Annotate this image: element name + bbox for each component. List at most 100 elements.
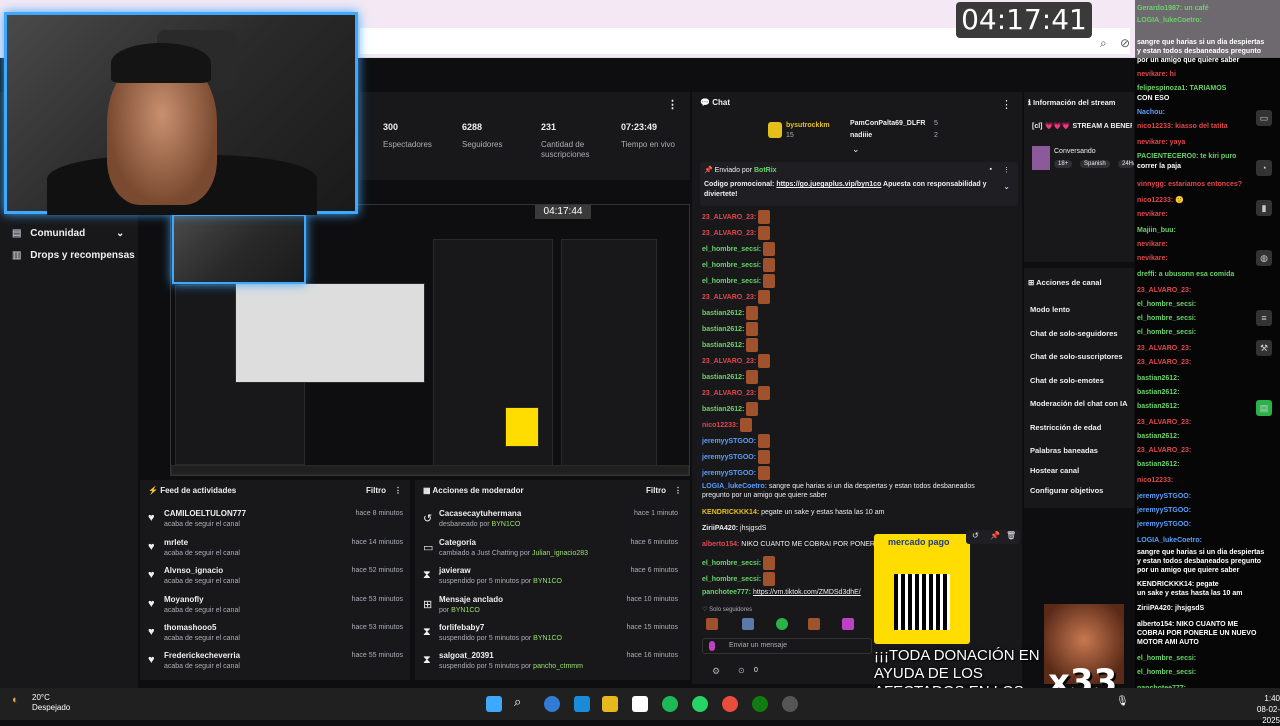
chat-user[interactable]: 23_ALVARO_23: [702, 214, 756, 221]
chat-user[interactable]: 23_ALVARO_23: [702, 390, 756, 397]
chat-user[interactable]: bastian2612: [702, 342, 744, 349]
chat-message[interactable]: 23_ALVARO_23: [702, 354, 771, 368]
gear-icon[interactable]: ⚙ [712, 666, 720, 677]
chat-icon[interactable]: ▭ [1256, 110, 1272, 126]
chat-user[interactable]: el_hombre_secsi: [702, 246, 761, 253]
emote-icon[interactable] [776, 618, 788, 630]
chat-user[interactable]: KENDRICKKK14: [702, 509, 759, 516]
action-goals[interactable]: Configurar objetivos [1030, 486, 1103, 495]
chat-user[interactable]: el_hombre_secsi: [702, 576, 761, 583]
list-icon[interactable]: ≡ [1256, 310, 1272, 326]
folder-icon[interactable] [602, 696, 618, 712]
chat-message[interactable]: nico12233: [702, 418, 753, 432]
action-emote-only[interactable]: Chat de solo-emotes [1030, 376, 1104, 385]
spotify-icon[interactable] [662, 696, 678, 712]
action-subs-only[interactable]: Chat de solo-suscriptores [1030, 352, 1123, 361]
emote-icon[interactable] [742, 618, 754, 630]
chat-user[interactable]: LOGIA_lukeCoetro: [702, 483, 767, 490]
nav-item-comunidad[interactable]: ▤ Comunidad ⌄ [12, 228, 124, 239]
edge-icon[interactable] [544, 696, 560, 712]
mod-row[interactable]: ⧗ forlifebaby7 suspendido por 5 minutos po… [423, 622, 678, 648]
nav-item-drops[interactable]: ▥ Drops y recompensas [12, 250, 135, 261]
chat-message[interactable]: 23_ALVARO_23: [702, 386, 771, 400]
feed-row[interactable]: ♥ thomashooo5 acaba de seguir el canal hace… [148, 622, 403, 648]
more-options-icon[interactable]: ⋮ [1003, 166, 1010, 174]
chat-input[interactable]: Enviar un mensaje [702, 638, 872, 654]
chat-message[interactable]: bastian2612: [702, 402, 759, 416]
taskbar-clock[interactable]: 1:40 08-02-2025 [1246, 693, 1280, 726]
more-options-icon[interactable]: ⋮ [674, 486, 682, 495]
chat-message[interactable]: 23_ALVARO_23: [702, 226, 771, 240]
more-options-icon[interactable]: ⋮ [1001, 98, 1012, 111]
mod-by[interactable]: BYN1CO [492, 521, 521, 528]
more-options-icon[interactable]: ⋮ [667, 98, 678, 111]
mod-row[interactable]: ⧗ salgoat_20391 suspendido por 5 minutos p… [423, 650, 678, 676]
feed-row[interactable]: ♥ Alvnso_ignacio acaba de seguir el canal h… [148, 565, 403, 591]
chat-message[interactable]: LOGIA_lukeCoetro: sangre que harias si u… [702, 482, 1002, 500]
store-icon[interactable] [574, 696, 590, 712]
chat-user[interactable]: 23_ALVARO_23: [702, 294, 756, 301]
tag[interactable]: 18+ [1054, 160, 1073, 168]
chat-user[interactable]: 23_ALVARO_23: [702, 230, 756, 237]
mod-row[interactable]: ↺ Cacasecaytuhermana desbaneado por BYN1CO… [423, 508, 678, 534]
chat-message[interactable]: jeremyySTGOO: [702, 466, 771, 480]
chat-message[interactable]: el_hombre_secsi: [702, 242, 776, 256]
collapse-icon[interactable]: ⌄ [852, 144, 860, 155]
chat-message[interactable]: 23_ALVARO_23: [702, 290, 771, 304]
chat-user[interactable]: el_hombre_secsi: [702, 560, 761, 567]
chrome-icon[interactable] [722, 696, 738, 712]
action-slow-mode[interactable]: Modo lento [1030, 305, 1070, 314]
mod-by[interactable]: BYN1CO [451, 607, 480, 614]
pinned-link[interactable]: https://go.juegaplus.vip/byn1co [776, 181, 881, 188]
tag[interactable]: 24HRS [1118, 160, 1134, 168]
mic-icon[interactable]: 🎙 [1116, 696, 1132, 712]
chat-message[interactable]: bastian2612: [702, 306, 759, 320]
tag[interactable]: Spanish [1080, 160, 1110, 168]
chat-message[interactable]: alberto154: NIKO CUANTO ME COBRAI POR PO… [702, 540, 875, 549]
action-followers-only[interactable]: Chat de solo-seguidores [1030, 329, 1118, 338]
mod-row[interactable]: ▭ Categoría cambiado a Just Chatting por J… [423, 537, 678, 563]
hide-icon[interactable]: ⊘ [1120, 36, 1130, 50]
chat-message[interactable]: jeremyySTGOO: [702, 434, 771, 448]
chat-user[interactable]: jeremyySTGOO: [702, 454, 756, 461]
chat-user[interactable]: jeremyySTGOO: [702, 438, 756, 445]
chat-message[interactable]: jeremyySTGOO: [702, 450, 771, 464]
reply-icon[interactable]: ↺ [972, 531, 979, 540]
wrench-icon[interactable]: ⚒ [1256, 340, 1272, 356]
chat-user[interactable]: nico12233: [702, 422, 738, 429]
chat-user[interactable]: el_hombre_secsi: [702, 262, 761, 269]
emote-icon[interactable] [706, 618, 718, 630]
mod-by[interactable]: Julian_ignacio283 [532, 550, 588, 557]
chat-message[interactable]: bastian2612: [702, 322, 759, 336]
feed-row[interactable]: ♥ mrlete acaba de seguir el canal hace 14 m… [148, 537, 403, 563]
chat-user[interactable]: bastian2612: [702, 310, 744, 317]
chat-user[interactable]: el_hombre_secsi: [702, 278, 761, 285]
chat-user[interactable]: ZiriiPA420: [702, 525, 738, 532]
action-ai-moderation[interactable]: Moderación del chat con IA [1030, 399, 1128, 408]
app-icon[interactable] [632, 696, 648, 712]
pinned-by[interactable]: BotRix [754, 167, 777, 174]
unpin-icon[interactable]: ▪ [990, 166, 992, 173]
chevron-down-icon[interactable]: ⌄ [1003, 182, 1010, 191]
chat-message[interactable]: el_hombre_secsi: [702, 274, 776, 288]
xbox-icon[interactable] [752, 696, 768, 712]
pinned-message[interactable]: 📌 Enviado por BotRix Codigo promocional:… [700, 162, 1018, 206]
action-banned-words[interactable]: Palabras baneadas [1030, 446, 1098, 455]
chat-message[interactable]: el_hombre_secsi: [702, 572, 776, 586]
pin-icon[interactable]: 📌 [990, 531, 1000, 540]
feed-row[interactable]: ♥ Moyanofly acaba de seguir el canal hace 5… [148, 594, 403, 620]
chat-link[interactable]: https://vm.tiktok.com/ZMDSd3dhE/ [753, 589, 861, 596]
action-host[interactable]: Hostear canal [1030, 466, 1079, 475]
mod-by[interactable]: BYN1CO [533, 635, 562, 642]
weather-widget[interactable]: ◐ 20°C Despejado [12, 693, 70, 713]
chat-user[interactable]: 23_ALVARO_23: [702, 358, 756, 365]
chat-message[interactable]: ZiriiPA420: jhsjgsdS [702, 524, 766, 533]
stream-title[interactable]: [cl] 💗💗💗 STREAM A BENEFICIO [1032, 122, 1132, 130]
start-icon[interactable] [486, 696, 502, 712]
bookmark-icon[interactable]: ▮ [1256, 200, 1272, 216]
filter-button[interactable]: Filtro [366, 486, 386, 495]
mod-by[interactable]: BYN1CO [533, 578, 562, 585]
leader2-name[interactable]: nadiiie [850, 132, 872, 139]
emote-icon[interactable] [842, 618, 854, 630]
mod-by[interactable]: pancho_ctmmm [533, 663, 583, 670]
